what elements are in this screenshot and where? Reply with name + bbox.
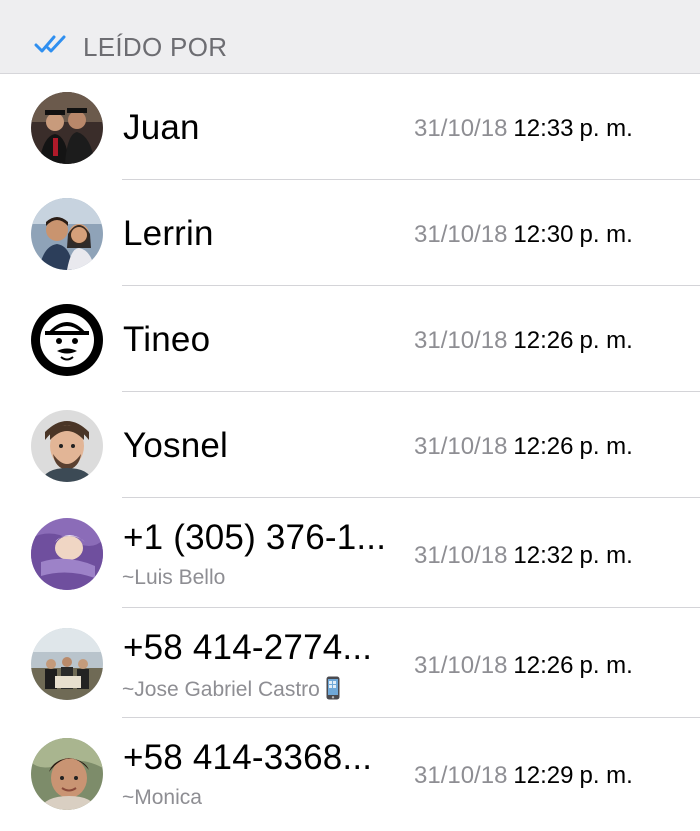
avatar bbox=[31, 198, 103, 270]
avatar bbox=[31, 410, 103, 482]
read-timestamp: 31/10/18 12:26 p. m. bbox=[414, 327, 633, 355]
read-time: 12:26 bbox=[513, 327, 574, 354]
reader-profile-name: ~Jose Gabriel Castro bbox=[122, 676, 340, 702]
read-ampm: p. m. bbox=[579, 652, 633, 679]
list-item-luis-bello[interactable]: +1 (305) 376-1... ~Luis Bello 31/10/18 12… bbox=[0, 498, 700, 608]
avatar bbox=[31, 518, 103, 590]
avatar bbox=[31, 92, 103, 164]
read-ampm: p. m. bbox=[579, 115, 633, 142]
reader-name: +1 (305) 376-1... bbox=[123, 518, 387, 557]
reader-profile-name: ~Monica bbox=[122, 786, 202, 809]
read-ampm: p. m. bbox=[579, 433, 633, 460]
avatar bbox=[31, 738, 103, 810]
reader-name: Lerrin bbox=[123, 214, 214, 253]
read-date: 31/10/18 bbox=[414, 652, 508, 679]
read-time: 12:32 bbox=[513, 542, 574, 569]
read-ampm: p. m. bbox=[579, 762, 633, 789]
read-timestamp: 31/10/18 12:30 p. m. bbox=[414, 221, 633, 249]
reader-name: Juan bbox=[123, 108, 200, 147]
read-timestamp: 31/10/18 12:26 p. m. bbox=[414, 652, 633, 680]
read-time: 12:26 bbox=[513, 652, 574, 679]
read-time: 12:33 bbox=[513, 115, 574, 142]
read-date: 31/10/18 bbox=[414, 115, 508, 142]
avatar bbox=[31, 628, 103, 700]
reader-name: +58 414-2774... bbox=[123, 628, 373, 667]
list-item-jose-gabriel-castro[interactable]: +58 414-2774... ~Jose Gabriel Castro 31/… bbox=[0, 608, 700, 718]
read-time: 12:30 bbox=[513, 221, 574, 248]
reader-name: +58 414-3368... bbox=[123, 738, 373, 777]
reader-name: Yosnel bbox=[123, 426, 229, 465]
read-timestamp: 31/10/18 12:32 p. m. bbox=[414, 542, 633, 570]
read-ampm: p. m. bbox=[579, 221, 633, 248]
read-timestamp: 31/10/18 12:33 p. m. bbox=[414, 115, 633, 143]
read-date: 31/10/18 bbox=[414, 542, 508, 569]
read-by-header: LEÍDO POR bbox=[0, 0, 700, 74]
reader-profile-name: ~Luis Bello bbox=[122, 566, 226, 589]
read-timestamp: 31/10/18 12:29 p. m. bbox=[414, 762, 633, 790]
read-by-title: LEÍDO POR bbox=[83, 32, 228, 62]
avatar bbox=[31, 304, 103, 376]
read-ampm: p. m. bbox=[579, 542, 633, 569]
read-date: 31/10/18 bbox=[414, 221, 508, 248]
mobile-phone-icon bbox=[326, 676, 340, 700]
read-by-list: Juan 31/10/18 12:33 p. m. Lerrin 31/10/18 1… bbox=[0, 74, 700, 828]
reader-name: Tineo bbox=[123, 320, 211, 359]
list-item-yosnel[interactable]: Yosnel 31/10/18 12:26 p. m. bbox=[0, 392, 700, 498]
read-time: 12:26 bbox=[513, 433, 574, 460]
list-item-tineo[interactable]: Tineo 31/10/18 12:26 p. m. bbox=[0, 286, 700, 392]
read-time: 12:29 bbox=[513, 762, 574, 789]
read-ampm: p. m. bbox=[579, 327, 633, 354]
reader-profile-name-text: ~Jose Gabriel Castro bbox=[122, 678, 320, 701]
list-item-lerrin[interactable]: Lerrin 31/10/18 12:30 p. m. bbox=[0, 180, 700, 286]
list-item-juan[interactable]: Juan 31/10/18 12:33 p. m. bbox=[0, 74, 700, 180]
read-timestamp: 31/10/18 12:26 p. m. bbox=[414, 433, 633, 461]
read-date: 31/10/18 bbox=[414, 762, 508, 789]
read-date: 31/10/18 bbox=[414, 433, 508, 460]
read-date: 31/10/18 bbox=[414, 327, 508, 354]
double-check-icon bbox=[34, 35, 66, 53]
list-item-monica[interactable]: +58 414-3368... ~Monica 31/10/18 12:29 p. … bbox=[0, 718, 700, 828]
